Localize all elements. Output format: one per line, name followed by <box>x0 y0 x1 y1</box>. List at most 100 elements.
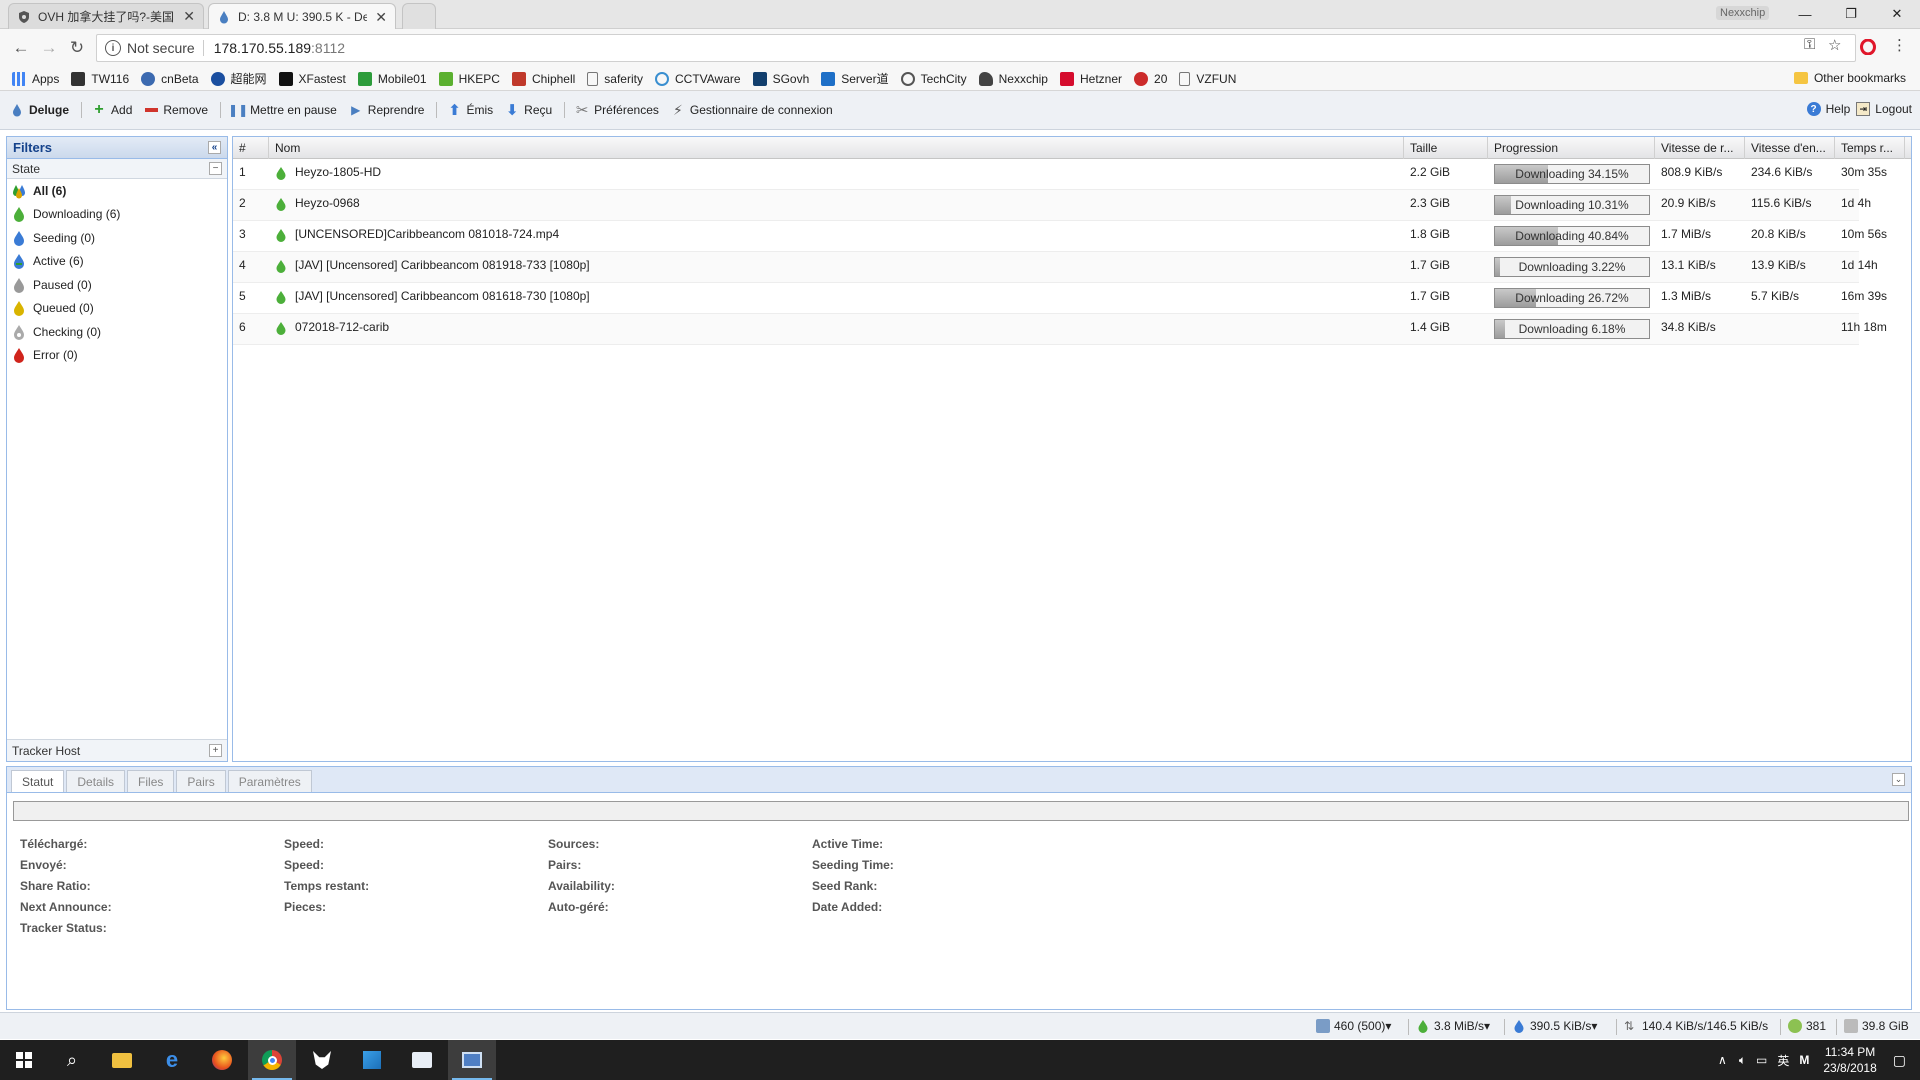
profile-name[interactable]: Nexxchip <box>1716 6 1770 20</box>
file-explorer-icon[interactable] <box>98 1040 146 1080</box>
bookmark-cctvaware[interactable]: CCTVAware <box>654 71 741 86</box>
filter-active[interactable]: Active (6) <box>7 250 227 274</box>
show-hidden-icons-icon[interactable]: ∧ <box>1718 1053 1727 1067</box>
column-header-down-speed[interactable]: Vitesse de r... <box>1655 137 1745 159</box>
bookmark-mobile01[interactable]: Mobile01 <box>357 71 427 86</box>
column-header-up-speed[interactable]: Vitesse d'en... <box>1745 137 1835 159</box>
bookmark-20[interactable]: 20 <box>1134 71 1167 86</box>
column-header-eta[interactable]: Temps r... <box>1835 137 1905 159</box>
table-row[interactable]: 6 072018-712-carib 1.4 GiB Downloading 6… <box>233 314 1887 345</box>
bookmark-saferity[interactable]: saferity <box>587 71 643 86</box>
bookmark-server[interactable]: Server道 <box>821 70 889 87</box>
download-speed-status[interactable]: 3.8 MiB/s ▾ <box>1416 1019 1490 1033</box>
star-icon[interactable]: ☆ <box>1828 36 1841 54</box>
help-button[interactable]: ? Help <box>1806 102 1850 116</box>
bookmark-nexxchip[interactable]: Nexxchip <box>978 71 1048 86</box>
table-row[interactable]: 2 Heyzo-0968 2.3 GiB Downloading 10.31% … <box>233 190 1871 221</box>
filter-error[interactable]: Error (0) <box>7 344 227 368</box>
browser-tab-ovh[interactable]: OVH 加拿大挂了吗?-美国 ✕ <box>8 3 204 29</box>
column-header-size[interactable]: Taille <box>1404 137 1488 159</box>
filter-checking[interactable]: Checking (0) <box>7 320 227 344</box>
collapse-icon[interactable]: − <box>209 162 222 175</box>
address-bar[interactable]: i Not secure 178.170.55.189 :8112 <box>96 34 1856 62</box>
chrome-icon[interactable] <box>248 1040 296 1080</box>
pause-button[interactable]: ❚❚ Mettre en pause <box>228 103 337 117</box>
progress-bar: Downloading 40.84% <box>1494 226 1650 246</box>
tab-statut[interactable]: Statut <box>11 770 65 792</box>
opera-icon[interactable] <box>1860 39 1876 55</box>
volume-icon[interactable]: 🔈︎ <box>1739 1053 1746 1068</box>
bookmark-apps[interactable]: Apps <box>12 71 59 86</box>
window-close-icon[interactable]: ✕ <box>1874 0 1920 28</box>
filter-all[interactable]: All (6) <box>7 179 227 203</box>
action-center-icon[interactable]: ▢ <box>1893 1052 1906 1069</box>
tab-pairs[interactable]: Pairs <box>176 770 226 792</box>
connections-status[interactable]: 460 (500) ▾ <box>1316 1019 1391 1033</box>
table-row[interactable]: 3 [UNCENSORED]Caribbeancom 081018-724.mp… <box>233 221 1887 252</box>
input-method-indicator[interactable]: 英 <box>1777 1052 1789 1069</box>
filter-seeding[interactable]: Seeding (0) <box>7 226 227 250</box>
tracker-host-group[interactable]: Tracker Host + <box>7 739 227 761</box>
filter-paused[interactable]: Paused (0) <box>7 273 227 297</box>
upload-speed-status[interactable]: 390.5 KiB/s ▾ <box>1512 1019 1597 1033</box>
edge-icon[interactable]: e <box>148 1040 196 1080</box>
connection-manager-button[interactable]: ⚡ Gestionnaire de connexion <box>671 102 833 118</box>
info-icon[interactable]: i <box>105 40 121 56</box>
table-row[interactable]: 4 [JAV] [Uncensored] Caribbeancom 081918… <box>233 252 1878 283</box>
filter-downloading[interactable]: Downloading (6) <box>7 203 227 227</box>
logout-button[interactable]: ⇥ Logout <box>1856 102 1912 116</box>
tab-details[interactable]: Details <box>66 770 126 792</box>
close-tab-icon[interactable]: ✕ <box>183 8 195 25</box>
table-row[interactable]: 5 [JAV] [Uncensored] Caribbeancom 081618… <box>233 283 1887 314</box>
fox-app-icon[interactable] <box>298 1040 346 1080</box>
field-up-speed: Speed: <box>284 858 325 872</box>
office-app-icon[interactable] <box>348 1040 396 1080</box>
table-row[interactable]: 1 Heyzo-1805-HD 2.2 GiB Downloading 34.1… <box>233 159 1887 190</box>
firefox-icon[interactable] <box>198 1040 246 1080</box>
browser-tab-deluge[interactable]: D: 3.8 M U: 390.5 K - Deluge ✕ <box>208 3 396 30</box>
column-header-number[interactable]: # <box>233 137 269 159</box>
bookmark-techcity[interactable]: TechCity <box>900 71 967 86</box>
tab-parametres[interactable]: Paramètres <box>227 770 312 792</box>
bookmark-chiphell[interactable]: Chiphell <box>511 71 575 86</box>
bookmark-hetzner[interactable]: Hetzner <box>1059 71 1122 86</box>
bookmark-expreview[interactable]: 超能网 <box>210 70 267 87</box>
collapse-panel-icon[interactable]: « <box>208 141 221 154</box>
forward-arrow-icon[interactable]: → <box>38 37 60 59</box>
mail-app-icon[interactable] <box>398 1040 446 1080</box>
filter-queued[interactable]: Queued (0) <box>7 297 227 321</box>
expand-icon[interactable]: + <box>209 744 222 757</box>
preferences-button[interactable]: ✂ Préférences <box>575 102 659 119</box>
bookmark-tw116[interactable]: TW116 <box>71 71 129 86</box>
move-down-button[interactable]: ⬇ Reçu <box>505 102 552 119</box>
move-up-button[interactable]: ⬆ Émis <box>447 102 493 119</box>
search-icon[interactable]: ⌕ <box>48 1040 96 1080</box>
bookmark-xfastest[interactable]: XFastest <box>278 71 346 86</box>
new-tab-button[interactable] <box>402 3 436 29</box>
key-icon[interactable]: ⚿ <box>1804 36 1815 53</box>
bookmark-sgovh[interactable]: SGovh <box>752 71 809 86</box>
reload-icon[interactable]: ↻ <box>66 37 88 59</box>
network-tray-icon[interactable]: ▭ <box>1756 1053 1767 1067</box>
minimize-icon[interactable]: — <box>1782 0 1828 28</box>
bookmark-hkepc[interactable]: HKEPC <box>438 71 500 86</box>
windows-start-icon[interactable] <box>0 1040 48 1080</box>
back-arrow-icon[interactable]: ← <box>10 37 32 59</box>
close-tab-icon[interactable]: ✕ <box>375 9 387 26</box>
state-group-header[interactable]: State − <box>7 159 227 179</box>
gmail-tray-icon[interactable]: M <box>1799 1053 1809 1067</box>
column-header-name[interactable]: Nom <box>269 137 1404 159</box>
column-header-progress[interactable]: Progression <box>1488 137 1655 159</box>
collapse-details-icon[interactable]: ⌄ <box>1892 773 1905 786</box>
bookmark-cnbeta[interactable]: cnBeta <box>141 71 199 86</box>
tab-files[interactable]: Files <box>127 770 175 792</box>
remote-desktop-icon[interactable] <box>448 1040 496 1080</box>
other-bookmarks[interactable]: Other bookmarks <box>1793 71 1906 85</box>
restore-icon[interactable]: ❐ <box>1828 0 1874 28</box>
add-button[interactable]: + Add <box>92 101 132 118</box>
menu-dots-icon[interactable]: ⋮ <box>1892 36 1907 54</box>
clock[interactable]: 11:34 PM 23/8/2018 <box>1823 1044 1876 1076</box>
remove-button[interactable]: Remove <box>144 103 208 117</box>
bookmark-vzfun[interactable]: VZFUN <box>1179 71 1236 86</box>
resume-button[interactable]: ▶ Reprendre <box>349 103 424 117</box>
